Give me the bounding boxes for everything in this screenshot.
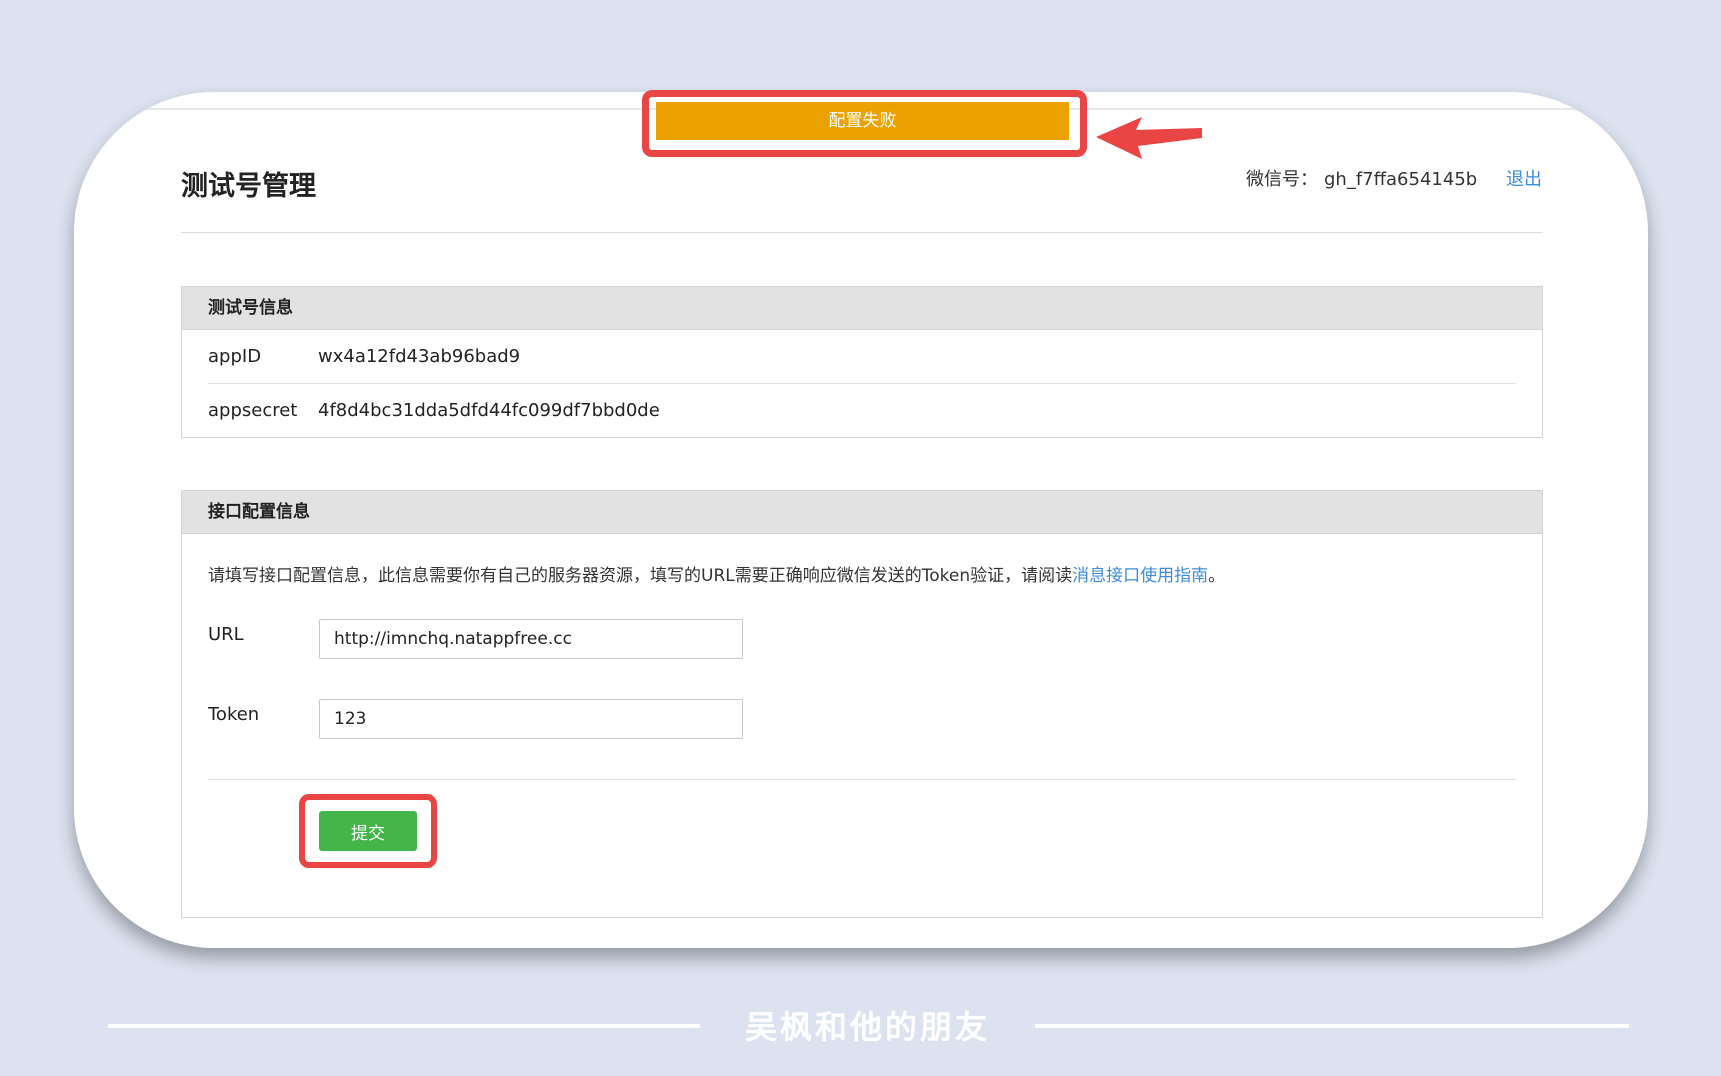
config-description: 请填写接口配置信息，此信息需要你有自己的服务器资源，填写的URL需要正确响应微信… xyxy=(208,561,1225,586)
config-failed-alert: 配置失败 xyxy=(656,102,1069,140)
description-text: 请填写接口配置信息，此信息需要你有自己的服务器资源，填写的URL需要正确响应微信… xyxy=(208,566,1073,586)
submit-button[interactable]: 提交 xyxy=(319,811,417,851)
logout-link[interactable]: 退出 xyxy=(1506,165,1542,191)
account-value: gh_f7ffa654145b xyxy=(1324,169,1478,190)
account-label: 微信号： xyxy=(1246,169,1318,190)
token-label: Token xyxy=(208,704,260,725)
config-panel-title: 接口配置信息 xyxy=(182,491,1542,534)
title-divider xyxy=(181,232,1543,233)
form-divider xyxy=(208,779,1516,780)
footer-watermark: 吴枫和他的朋友 xyxy=(744,1008,990,1046)
appid-value: wx4a12fd43ab96bad9 xyxy=(318,346,521,367)
info-panel-title: 测试号信息 xyxy=(182,287,1542,330)
page-title: 测试号管理 xyxy=(181,171,316,202)
url-input[interactable] xyxy=(319,619,743,659)
appsecret-value: 4f8d4bc31dda5dfd44fc099df7bbd0de xyxy=(318,400,660,421)
test-account-info-panel: 测试号信息 appID wx4a12fd43ab96bad9 appsecret… xyxy=(181,286,1543,438)
description-end: 。 xyxy=(1208,566,1226,586)
account-info: 微信号： gh_f7ffa654145b xyxy=(1246,165,1477,191)
footer-line-left xyxy=(108,1024,700,1028)
url-label: URL xyxy=(208,624,244,645)
appsecret-label: appsecret xyxy=(208,400,298,421)
message-api-guide-link[interactable]: 消息接口使用指南 xyxy=(1072,566,1208,586)
info-row-appid: appID wx4a12fd43ab96bad9 xyxy=(208,330,1516,384)
info-row-appsecret: appsecret 4f8d4bc31dda5dfd44fc099df7bbd0… xyxy=(208,384,1516,437)
appid-label: appID xyxy=(208,346,262,367)
token-input[interactable] xyxy=(319,699,743,739)
left-arrow-icon xyxy=(1096,117,1202,159)
footer-line-right xyxy=(1035,1024,1629,1028)
